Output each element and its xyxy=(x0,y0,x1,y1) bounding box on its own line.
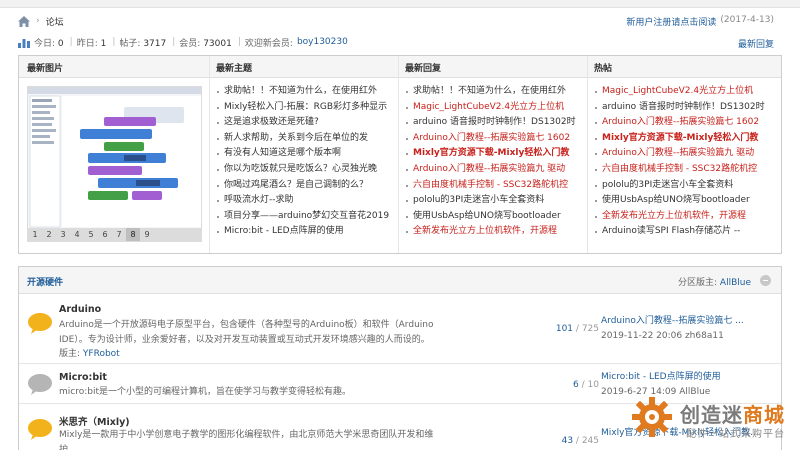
slideshow-page-button[interactable]: 2 xyxy=(42,228,56,241)
new-thread-link[interactable]: 你以为吃饭就只是吃饭么？心灵独光晚 xyxy=(217,162,397,178)
col-title-new-threads: 最新主题 xyxy=(216,64,253,74)
hot-thread-link[interactable]: 六自由度机械手控制 - SSC32路舵机控 xyxy=(595,162,775,178)
board-moderator-link[interactable]: YFRobot xyxy=(83,349,120,359)
category-moderator-link[interactable]: AllBlue xyxy=(720,278,751,288)
top-strip xyxy=(0,0,800,8)
slideshow-page-button[interactable]: 7 xyxy=(112,228,126,241)
slideshow-page-button[interactable]: 4 xyxy=(70,228,84,241)
stat-welcome: 欢迎新会员: xyxy=(244,38,293,49)
announcement-date: (2017-4-13) xyxy=(720,15,774,25)
stat-members: 会员: 73001 xyxy=(179,38,232,49)
new-reply-link[interactable]: 求助帖！！不知道为什么，在使用红外 xyxy=(406,84,586,100)
stat-posts: 帖子: 3717 xyxy=(119,38,167,49)
board-description: micro:bit是一个小型的可编程计算机，旨在使学习与教学变得轻松有趣。 xyxy=(59,387,352,397)
board-status-bubble-icon xyxy=(28,419,52,440)
new-thread-link[interactable]: Micro:bit - LED点阵屏的使用 xyxy=(217,224,397,240)
hot-thread-link[interactable]: arduino 语音报时时钟制作！DS1302时 xyxy=(595,100,775,116)
slideshow-page-button[interactable]: 9 xyxy=(140,228,154,241)
board-description: Arduino是一个开放源码电子原型平台，包含硬件（各种型号的Arduino板）… xyxy=(59,320,434,345)
stat-today: 今日: 0 xyxy=(34,38,64,49)
new-reply-link[interactable]: Mixly官方资源下载-Mixly轻松入门教 xyxy=(406,146,586,162)
board-status-bubble-icon xyxy=(28,313,52,334)
hot-thread-link[interactable]: Mixly官方资源下载-Mixly轻松入门教 xyxy=(595,131,775,147)
bar-chart-icon xyxy=(18,38,30,48)
new-replies-list: 求助帖！！不知道为什么，在使用红外 Magic_LightCubeV2.4光立方上… xyxy=(406,84,586,240)
column-divider xyxy=(398,56,399,253)
column-divider xyxy=(587,56,588,253)
board-moderator: 版主: YFRobot xyxy=(59,349,120,359)
slideshow-pagination: 123456789 xyxy=(28,228,201,241)
hot-thread-link[interactable]: Arduino入门教程--拓展实验篇七 1602 xyxy=(595,115,775,131)
portal-grid: 最新图片 最新主题 最新回复 热帖 1 2 3 4 5 6 7 8 9 求助帖！… xyxy=(18,55,782,254)
column-divider xyxy=(209,56,210,253)
new-thread-link[interactable]: 有没有人知道这是哪个版本啊 xyxy=(217,146,397,162)
stat-yesterday: 昨日: 1 xyxy=(76,38,107,49)
new-thread-link[interactable]: 求助帖！！不知道为什么，在使用红外 xyxy=(217,84,397,100)
col-title-new-replies: 最新回复 xyxy=(405,64,442,74)
new-thread-link[interactable]: Mixly轻松入门-拓展：RGB彩灯多种显示 xyxy=(217,100,397,116)
brand-watermark: 创造迷商城 配件一站式采购平台 xyxy=(630,395,800,450)
board-name[interactable]: 米思齐（Mixly) xyxy=(59,414,130,428)
slideshow-image[interactable] xyxy=(28,87,202,229)
slideshow-page-button[interactable]: 8 xyxy=(126,228,140,241)
brand-name: 创造迷商城 xyxy=(680,403,785,427)
image-slideshow[interactable]: 123456789 xyxy=(27,86,202,242)
board-counts: 43 / 245 xyxy=(561,436,599,446)
board-name[interactable]: Arduino xyxy=(59,304,101,315)
breadcrumb-separator: › xyxy=(36,16,40,26)
new-threads-list: 求助帖！！不知道为什么，在使用红外 Mixly轻松入门-拓展：RGB彩灯多种显示这… xyxy=(217,84,397,240)
forum-category-header: 开源硬件 分区版主: AllBlue xyxy=(19,267,781,294)
announcement: 新用户注册请点击阅读 (2017-4-13) xyxy=(626,15,774,28)
col-title-images: 最新图片 xyxy=(27,64,64,74)
board-last-post: Arduino入门教程--拓展实验篇七 ... 2019-11-22 20:06… xyxy=(601,314,771,344)
gear-logo-icon xyxy=(632,397,672,437)
board-status-bubble-icon xyxy=(28,374,52,395)
last-post-meta: 2019-11-22 20:06 zh68a11 xyxy=(601,331,724,341)
new-reply-link[interactable]: 使用UsbAsp给UNO烧写bootloader xyxy=(406,209,586,225)
slideshow-page-button[interactable]: 6 xyxy=(98,228,112,241)
announcement-link[interactable]: 新用户注册请点击阅读 xyxy=(626,15,716,28)
breadcrumb: › 论坛 xyxy=(18,14,64,28)
new-thread-link[interactable]: 呼吸流水灯--求助 xyxy=(217,193,397,209)
new-reply-link[interactable]: Magic_LightCubeV2.4光立方上位机 xyxy=(406,100,586,116)
last-post-link[interactable]: Arduino入门教程--拓展实验篇七 ... xyxy=(601,314,771,329)
new-reply-link[interactable]: arduino 语音报时时钟制作！DS1302时 xyxy=(406,115,586,131)
brand-tagline: 配件一站式采购平台 xyxy=(686,429,785,440)
portal-grid-header: 最新图片 最新主题 最新回复 热帖 xyxy=(19,56,781,78)
new-thread-link[interactable]: 项目分享——arduino梦幻交互音花2019 xyxy=(217,209,397,225)
new-reply-link[interactable]: Arduino入门教程--拓展实验篇九 驱动 xyxy=(406,162,586,178)
hot-threads-list: Magic_LightCubeV2.4光立方上位机 arduino 语音报时时钟制… xyxy=(595,84,775,240)
forum-category-title[interactable]: 开源硬件 xyxy=(27,275,63,288)
home-icon[interactable] xyxy=(18,15,30,27)
new-thread-link[interactable]: 新人求帮助，关系到今后在单位的发 xyxy=(217,131,397,147)
new-thread-link[interactable]: 你喝过鸡尾酒么？是自己调制的么？ xyxy=(217,178,397,194)
breadcrumb-current[interactable]: 论坛 xyxy=(46,15,64,28)
latest-reply-link[interactable]: 最新回复 xyxy=(738,37,774,50)
new-reply-link[interactable]: Arduino入门教程--拓展实验篇七 1602 xyxy=(406,131,586,147)
stats-bar: 今日: 0 | 昨日: 1 | 帖子: 3717 | 会员: 73001 | 欢… xyxy=(18,34,782,50)
hot-thread-link[interactable]: Arduino读写SPI Flash存储芯片 -- xyxy=(595,224,775,240)
category-moderators: 分区版主: AllBlue xyxy=(678,278,751,288)
board-counts: 101 / 725 xyxy=(555,324,599,334)
new-reply-link[interactable]: 全新发布光立方上位机软件，开源程 xyxy=(406,224,586,240)
slideshow-page-button[interactable]: 3 xyxy=(56,228,70,241)
new-thread-link[interactable]: 这是追求极致还是死磕? xyxy=(217,115,397,131)
hot-thread-link[interactable]: Magic_LightCubeV2.4光立方上位机 xyxy=(595,84,775,100)
last-post-link[interactable]: Micro:bit - LED点阵屏的使用 xyxy=(601,370,771,385)
hot-thread-link[interactable]: 全新发布光立方上位机软件，开源程 xyxy=(595,209,775,225)
col-title-hot: 热帖 xyxy=(594,64,613,74)
collapse-icon[interactable] xyxy=(760,275,771,286)
hot-thread-link[interactable]: pololu的3PI走迷宫小车全套资料 xyxy=(595,178,775,194)
new-member-link[interactable]: boy130230 xyxy=(297,37,348,47)
board-counts: 6 / 10 xyxy=(573,380,599,390)
forum-board-row: Arduino Arduino是一个开放源码电子原型平台，包含硬件（各种型号的A… xyxy=(19,294,781,364)
slideshow-page-button[interactable]: 1 xyxy=(28,228,42,241)
board-description: Mixly是一款用于中小学创意电子教学的图形化编程软件，由北京师范大学米思奇团队… xyxy=(59,430,434,450)
new-reply-link[interactable]: 六自由度机械手控制 - SSC32路舵机控 xyxy=(406,178,586,194)
new-reply-link[interactable]: pololu的3PI走迷宫小车全套资料 xyxy=(406,193,586,209)
hot-thread-link[interactable]: 使用UsbAsp给UNO烧写bootloader xyxy=(595,193,775,209)
hot-thread-link[interactable]: Arduino入门教程--拓展实验篇九 驱动 xyxy=(595,146,775,162)
slideshow-page-button[interactable]: 5 xyxy=(84,228,98,241)
board-name[interactable]: Micro:bit xyxy=(59,372,107,383)
